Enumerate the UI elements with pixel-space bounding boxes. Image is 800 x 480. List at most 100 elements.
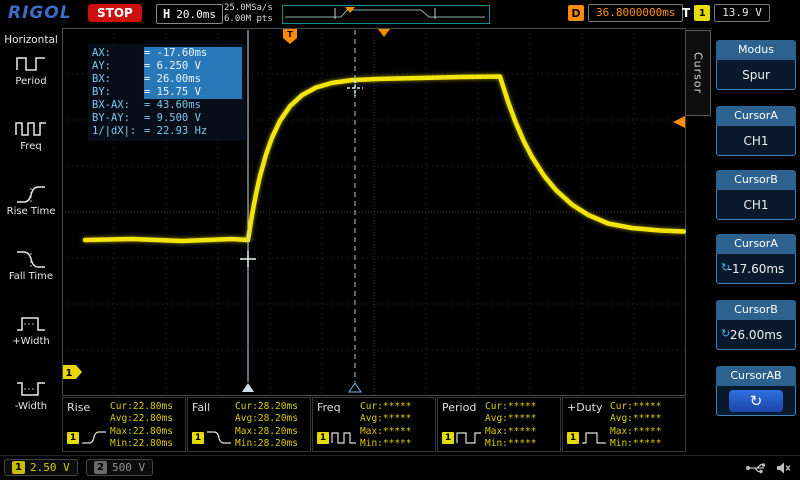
freq-icon <box>15 122 46 136</box>
readout-row: BX: = 26.00ms <box>92 73 242 86</box>
measurement-values: Cur:***** Avg:***** Max:***** Min:***** <box>485 401 537 449</box>
channel-badge: 1 <box>67 432 79 444</box>
period-icon <box>16 57 45 71</box>
menu-header: CursorB <box>716 300 796 320</box>
svg-text:T: T <box>287 30 293 39</box>
channel-2-status[interactable]: 2 500 V <box>86 459 154 476</box>
menu-section-modus: Modus Spur <box>716 40 796 90</box>
menu-item-neg-width[interactable]: -Width <box>0 371 62 436</box>
readout-row: BY: = 15.75 V <box>92 86 242 99</box>
freq-measure-icon <box>331 432 356 444</box>
minus-width-icon <box>17 382 45 396</box>
measurement-bar: Rise 1 Cur:22.80ms Avg:22.80ms Max:22.80m… <box>62 397 686 452</box>
channel-1-status[interactable]: 1 2.50 V <box>4 459 78 476</box>
trigger-position-marker[interactable]: T <box>283 29 297 44</box>
menu-section-cursor-a-pos: CursorA ↻ -17.60ms <box>716 234 796 284</box>
sample-rate: 25.0MSa/s <box>224 3 273 13</box>
channel-2-badge: 2 <box>94 461 107 474</box>
waveform-display: T 1 AX: = -17.60ms AY: = 6.250 V BX: = 2… <box>62 28 687 452</box>
measurement-values: Cur:***** Avg:***** Max:***** Min:***** <box>610 401 662 449</box>
menu-item-pos-width[interactable]: +Width <box>0 306 62 371</box>
horizontal-scale-box: H 20.0ms <box>156 4 223 24</box>
menu-item-fall-time[interactable]: Fall Time <box>0 241 62 306</box>
readout-row: BX-AX: = 43.60ms <box>92 99 201 111</box>
delay-center-marker <box>378 29 390 37</box>
menu-section-cursor-b-source: CursorB CH1 <box>716 170 796 220</box>
trigger-level-value: 13.9 V <box>714 4 770 22</box>
h-label: H <box>163 7 171 21</box>
trigger-level-marker[interactable] <box>673 116 685 128</box>
cursor-a-cross <box>240 251 256 267</box>
channel-badge: 1 <box>317 432 329 444</box>
trigger-readout: T 1 13.9 V <box>682 4 770 22</box>
knob-icon: ↻ <box>721 261 731 274</box>
fall-measure-icon <box>207 431 231 444</box>
modus-button[interactable]: Spur <box>716 60 796 90</box>
channel-2-scale: 500 V <box>112 461 146 474</box>
measurement-panel-duty[interactable]: +Duty 1 Cur:***** Avg:***** Max:***** Min:… <box>562 397 686 452</box>
measurement-panel-period[interactable]: Period 1 Cur:***** Avg:***** Max:***** Min… <box>437 397 561 452</box>
trigger-source-icon: 1 <box>694 5 711 21</box>
readout-row: BY-AY: = 9.500 V <box>92 112 201 124</box>
channel-1-badge: 1 <box>12 461 25 474</box>
cursor-readout-panel: AX: = -17.60ms AY: = 6.250 V BX: = 26.00ms … <box>88 44 246 141</box>
horizontal-measure-menu: Horizontal Period Freq Rise Time Fall Ti… <box>0 28 62 452</box>
knob-icon: ↻ <box>721 327 731 340</box>
channel-badge: 1 <box>567 432 579 444</box>
measurement-values: Cur:***** Avg:***** Max:***** Min:***** <box>360 401 412 449</box>
cursor-b-source-button[interactable]: CH1 <box>716 190 796 220</box>
delay-badge: D <box>568 5 584 21</box>
menu-section-cursor-b-pos: CursorB ↻ 26.00ms <box>716 300 796 350</box>
fall-time-icon <box>17 251 45 268</box>
channel-1-scale: 2.50 V <box>30 461 70 474</box>
h-scale-value: 20.0ms <box>176 7 216 21</box>
readout-row: AX: = -17.60ms <box>92 47 242 60</box>
waveform-preview-bar <box>282 5 490 24</box>
knob-rotate-icon: ↻ <box>729 389 783 412</box>
menu-item-period[interactable]: Period <box>0 46 62 111</box>
ch1-ground-marker[interactable]: 1 <box>63 365 82 379</box>
cursor-b-position-button[interactable]: ↻ 26.00ms <box>716 320 796 350</box>
trigger-label: T <box>682 6 691 20</box>
run-state-badge: STOP <box>88 4 142 22</box>
plus-width-icon <box>17 317 45 331</box>
measurement-panel-fall[interactable]: Fall 1 Cur:28.20ms Avg:28.20ms Max:28.20m… <box>187 397 311 452</box>
rise-time-icon <box>17 186 45 203</box>
cursor-b[interactable] <box>347 30 363 393</box>
cursor-a-source-button[interactable]: CH1 <box>716 126 796 156</box>
channel-badge: 1 <box>192 432 204 444</box>
rise-measure-icon <box>82 431 106 444</box>
cursor-softkey-menu: Modus Spur CursorA CH1 CursorB CH1 Curso… <box>712 28 800 452</box>
oscilloscope-screen: RIGOL STOP H 20.0ms 25.0MSa/s 6.00M pts … <box>0 0 800 480</box>
menu-item-freq[interactable]: Freq <box>0 111 62 176</box>
left-menu-title: Horizontal <box>4 34 58 46</box>
cursor-menu-tab[interactable]: Cursor <box>686 30 711 116</box>
delay-value: 36.8000000ms <box>588 4 684 22</box>
menu-section-cursor-ab: CursorAB ↻ <box>716 366 796 416</box>
preview-waveform-icon <box>285 7 485 19</box>
menu-header: CursorAB <box>716 366 796 386</box>
readout-row: AY: = 6.250 V <box>92 60 242 73</box>
cursor-a-position-button[interactable]: ↻ -17.60ms <box>716 254 796 284</box>
menu-item-rise-time[interactable]: Rise Time <box>0 176 62 241</box>
menu-header: CursorA <box>716 106 796 126</box>
cursor-ab-button[interactable]: ↻ <box>716 386 796 416</box>
period-measure-icon <box>456 432 481 444</box>
duty-measure-icon <box>582 432 606 444</box>
measurement-panel-freq[interactable]: Freq 1 Cur:***** Avg:***** Max:***** Min:*… <box>312 397 436 452</box>
measurement-panel-rise[interactable]: Rise 1 Cur:22.80ms Avg:22.80ms Max:22.80m… <box>62 397 186 452</box>
top-status-bar: RIGOL STOP H 20.0ms 25.0MSa/s 6.00M pts … <box>0 0 800 29</box>
usb-icon <box>746 463 765 474</box>
menu-header: Modus <box>716 40 796 60</box>
delay-readout: D 36.8000000ms <box>568 4 684 22</box>
channel-badge: 1 <box>442 432 454 444</box>
measurement-values: Cur:28.20ms Avg:28.20ms Max:28.20ms Min:28… <box>235 401 298 449</box>
measurement-values: Cur:22.80ms Avg:22.80ms Max:22.80ms Min:22… <box>110 401 173 449</box>
memory-depth: 6.00M pts <box>224 14 273 24</box>
channel-status-bar: 1 2.50 V 2 500 V <box>0 455 800 480</box>
speaker-mute-icon <box>777 462 791 474</box>
readout-row: 1/|dX|: = 22.93 Hz <box>92 125 208 137</box>
rigol-logo: RIGOL <box>8 3 72 23</box>
menu-section-cursor-a-source: CursorA CH1 <box>716 106 796 156</box>
acquisition-info: 25.0MSa/s 6.00M pts <box>224 3 273 25</box>
